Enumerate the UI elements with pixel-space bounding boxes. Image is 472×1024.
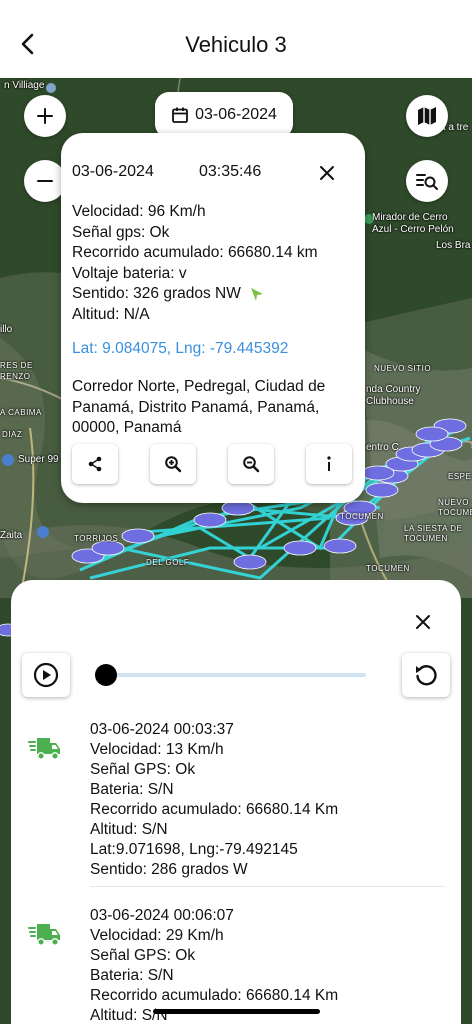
zoom-out-icon — [243, 456, 260, 473]
record-odometer: Recorrido acumulado: 66680.14 Km — [90, 987, 339, 1004]
zoom-in-location-button[interactable] — [150, 444, 196, 484]
history-record[interactable]: 03-06-2024 00:06:07 Velocidad: 29 Km/h S… — [11, 906, 461, 1024]
map-label-super99: Super 99 — [18, 454, 59, 465]
share-button[interactable] — [72, 444, 118, 484]
close-icon — [320, 166, 334, 180]
record-speed: Velocidad: 29 Km/h — [90, 927, 224, 944]
popup-gps-signal: Señal gps: Ok — [72, 223, 170, 241]
zoom-out-location-button[interactable] — [228, 444, 274, 484]
vehicle-info-popup: 03-06-2024 03:35:46 Velocidad: 96 Km/h S… — [61, 133, 365, 503]
record-datetime: 03-06-2024 00:03:37 — [90, 721, 234, 738]
truck-icon — [28, 738, 60, 760]
playback-slider-thumb[interactable] — [95, 664, 117, 686]
record-gps-signal: Señal GPS: Ok — [90, 761, 196, 778]
record-speed: Velocidad: 13 Km/h — [90, 741, 224, 758]
record-datetime: 03-06-2024 00:06:07 — [90, 907, 234, 924]
zoom-in-icon — [165, 456, 182, 473]
map-icon — [418, 107, 436, 125]
map-label-ceres: RES DE RENZO — [0, 361, 33, 381]
playback-slider-track[interactable] — [106, 673, 366, 677]
map-label-village: n Villiage — [4, 80, 45, 91]
popup-address: Corredor Norte, Pedregal, Ciudad de Pana… — [72, 378, 326, 436]
record-odometer: Recorrido acumulado: 66680.14 Km — [90, 801, 339, 818]
search-list-button[interactable] — [406, 160, 448, 202]
page-title: Vehiculo 3 — [185, 32, 287, 57]
history-bottom-sheet: 03-06-2024 00:03:37 Velocidad: 13 Km/h S… — [11, 580, 461, 1024]
popup-actions — [72, 444, 352, 484]
map-label-tocumen-1: TOCUMEN — [340, 512, 384, 521]
popup-details: Velocidad: 96 Km/h Señal gps: Ok Recorri… — [72, 202, 318, 325]
truck-icon — [28, 924, 60, 946]
popup-coordinates-link[interactable]: Lat: 9.084075, Lng: -79.445392 — [72, 340, 288, 358]
record-coordinates: Lat:9.071698, Lng:-79.492145 — [90, 841, 298, 858]
record-details: 03-06-2024 00:06:07 Velocidad: 29 Km/h S… — [90, 906, 338, 1024]
record-gps-signal: Señal GPS: Ok — [90, 947, 196, 964]
map-label-siesta: LA SIESTA DE TOCUMEN — [404, 524, 463, 543]
map-label-delgolf: DEL GOLF — [146, 558, 190, 567]
play-button[interactable] — [22, 653, 70, 697]
replay-icon — [416, 665, 437, 686]
info-button[interactable] — [306, 444, 352, 484]
map-label-losbra: Los Bra — [436, 240, 471, 251]
popup-heading-row: Sentido: 326 grados NW — [72, 284, 318, 305]
map-label-zaita: Zaita — [0, 530, 23, 541]
map-type-button[interactable] — [406, 95, 448, 137]
direction-arrow-icon — [250, 288, 263, 302]
reset-button[interactable] — [402, 653, 450, 697]
record-heading: Sentido: 286 grados W — [90, 861, 248, 878]
plus-icon — [37, 108, 53, 124]
sheet-close-button[interactable] — [411, 610, 435, 634]
record-divider — [90, 886, 445, 887]
app-header: Vehiculo 3 — [0, 0, 472, 78]
minus-icon — [37, 180, 53, 182]
popup-close-button[interactable] — [315, 161, 339, 185]
popup-altitude: Altitud: N/A — [72, 305, 150, 323]
map-label-mirador: Mirador de Cerro Azul - Cerro Pelón — [372, 212, 454, 235]
date-selector-value: 03-06-2024 — [195, 106, 277, 123]
record-details: 03-06-2024 00:03:37 Velocidad: 13 Km/h S… — [90, 720, 338, 880]
map-label-nuevo-tocumen: NUEVO TOCUMEN — [438, 498, 472, 517]
popup-speed: Velocidad: 96 Km/h — [72, 203, 206, 220]
history-record[interactable]: 03-06-2024 00:03:37 Velocidad: 13 Km/h S… — [11, 720, 461, 880]
map-label-diaz: DIAZ — [2, 430, 23, 439]
map-label-country-club: nda Country Clubhouse — [366, 384, 421, 407]
zoom-in-button[interactable] — [24, 95, 66, 137]
record-altitude: Altitud: S/N — [90, 821, 168, 838]
map-label-espe: ESPE — [448, 472, 472, 481]
popup-odometer: Recorrido acumulado: 66680.14 km — [72, 244, 318, 261]
play-icon — [33, 662, 59, 688]
popup-battery-voltage: Voltaje bateria: v — [72, 264, 187, 282]
close-icon — [416, 615, 430, 629]
map-label-torrijos: TORRIJOS — [74, 534, 119, 543]
popup-time: 03:35:46 — [199, 163, 262, 180]
map-label-illo: illo — [0, 324, 13, 335]
map-label-cabima: A CABIMA — [0, 408, 42, 417]
record-battery: Bateria: S/N — [90, 781, 174, 798]
record-battery: Bateria: S/N — [90, 967, 174, 984]
date-selector[interactable]: 03-06-2024 — [155, 92, 293, 138]
popup-heading: Sentido: 326 grados NW — [72, 285, 241, 302]
map-label-nuevo-sitio: NUEVO SITIO — [374, 364, 432, 373]
home-indicator — [153, 1009, 320, 1014]
zoom-out-button[interactable] — [24, 160, 66, 202]
popup-date: 03-06-2024 — [72, 163, 154, 180]
share-icon — [88, 456, 102, 472]
map-label-tocumen-2: TOCUMEN — [366, 564, 410, 573]
list-search-icon — [416, 174, 438, 190]
map-label-centro: entro C — [366, 442, 399, 453]
calendar-icon — [172, 107, 188, 123]
info-icon — [327, 456, 331, 471]
